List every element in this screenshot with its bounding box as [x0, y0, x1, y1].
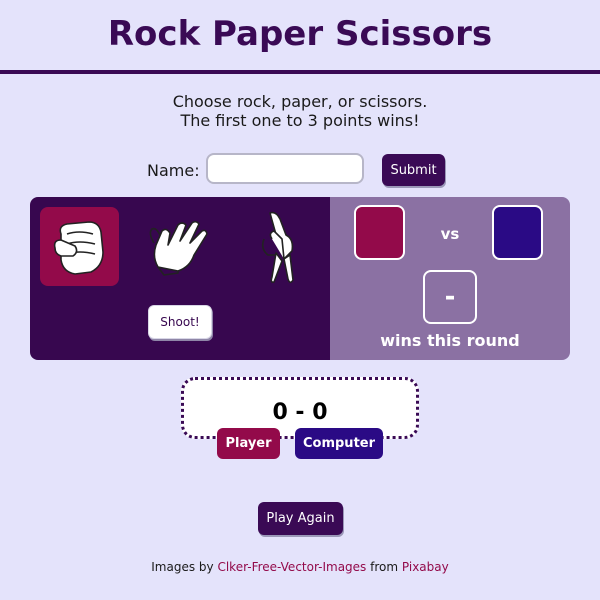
computer-badge: Computer [295, 428, 383, 459]
scissors-choice[interactable] [240, 207, 319, 286]
paper-hand-icon [149, 220, 208, 276]
computer-pick-box [492, 205, 543, 260]
instructions: Choose rock, paper, or scissors. The fir… [0, 92, 600, 130]
play-again-button[interactable]: Play Again [258, 502, 343, 535]
shoot-button[interactable]: Shoot! [148, 305, 212, 339]
name-input[interactable] [206, 153, 364, 184]
instructions-line-1: Choose rock, paper, or scissors. [172, 92, 428, 111]
vs-label: vs [440, 225, 460, 243]
player-badge: Player [217, 428, 280, 459]
rock-fist-icon [53, 220, 104, 275]
result-panel: vs - wins this round [330, 197, 570, 360]
title-divider [0, 70, 600, 74]
scissors-hand-icon [261, 211, 294, 283]
pixabay-link[interactable]: Pixabay [402, 560, 449, 574]
footer-prefix: Images by [151, 560, 214, 574]
name-form: Name: Submit [0, 152, 600, 188]
name-label: Name: [147, 161, 200, 180]
instructions-line-2: The first one to 3 points wins! [180, 111, 420, 130]
footer-middle: from [370, 560, 399, 574]
author-link[interactable]: Clker-Free-Vector-Images [217, 560, 366, 574]
paper-choice[interactable] [140, 207, 219, 286]
player-pick-box [354, 205, 405, 260]
round-winner-box: - [423, 270, 477, 324]
footer-credits: Images by Clker-Free-Vector-Images from … [0, 560, 600, 574]
score-text: 0 - 0 [272, 400, 328, 425]
rock-choice[interactable] [40, 207, 119, 286]
submit-button[interactable]: Submit [382, 154, 445, 186]
choice-panel: Shoot! [30, 197, 330, 360]
page-title: Rock Paper Scissors [107, 14, 493, 54]
round-result-text: wins this round [380, 331, 520, 350]
